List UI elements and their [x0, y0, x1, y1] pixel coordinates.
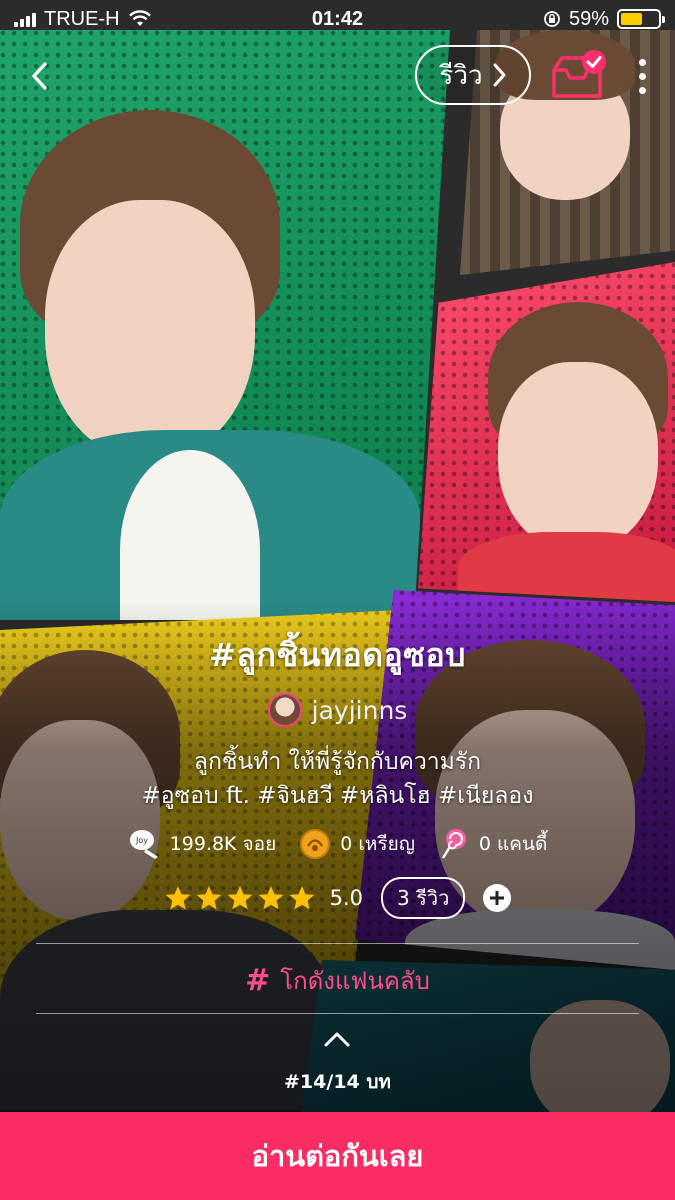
- fanclub-label: โกดังแฟนคลับ: [280, 966, 430, 995]
- hashtag-icon: #: [245, 962, 271, 998]
- chevron-up-icon[interactable]: [322, 1028, 352, 1050]
- candy-stat: 0 แคนดี้: [437, 827, 547, 861]
- story-title: #ลูกชิ้นทอดอูซอบ: [209, 636, 466, 674]
- coins-stat: 0 เหรียญ: [298, 827, 415, 861]
- wifi-icon: [128, 10, 151, 26]
- chevron-left-icon: [32, 62, 47, 90]
- status-bar: TRUE-H 01:42 59%: [0, 0, 675, 38]
- cover-collage-background: [0, 0, 675, 1200]
- continue-reading-button[interactable]: อ่านต่อกันเลย: [0, 1112, 675, 1200]
- star-icon: [227, 886, 253, 910]
- signal-icon: [14, 11, 36, 27]
- star-icon: [289, 886, 315, 910]
- svg-text:Joy: Joy: [135, 836, 148, 845]
- reviews-count-button[interactable]: 3 รีวิว: [381, 877, 466, 919]
- episode-count: #14/14 บท: [284, 1071, 391, 1093]
- joy-reads-icon: Joy: [129, 830, 158, 859]
- chevron-right-icon: [493, 63, 506, 87]
- coin-icon: [300, 829, 331, 859]
- continue-reading-label: อ่านต่อกันเลย: [251, 1139, 424, 1173]
- coins-count: 0 เหรียญ: [340, 833, 415, 855]
- battery-icon: [617, 9, 665, 29]
- description-line-1: ลูกชิ้นทำ ให้พี่รู้จักกับความรัก: [193, 749, 482, 775]
- star-rating: [164, 884, 316, 912]
- reads-stat: Joy 199.8K จอย: [128, 827, 277, 861]
- rating-row: 5.0 3 รีวิว: [0, 877, 675, 919]
- clock: 01:42: [311, 7, 364, 30]
- reads-count: 199.8K จอย: [169, 833, 277, 855]
- cover-panel-pink: [418, 262, 675, 602]
- carrier-name: TRUE-H: [44, 7, 120, 30]
- candy-count: 0 แคนดี้: [478, 833, 548, 855]
- top-navigation: รีวิว: [0, 42, 675, 110]
- cover-panel-green: [0, 30, 450, 620]
- story-stats: Joy 199.8K จอย 0 เหรียญ 0 แคนดี้: [0, 827, 675, 861]
- inbox-check-icon[interactable]: [548, 48, 608, 104]
- orientation-lock-icon: [544, 11, 560, 27]
- divider-bottom: [36, 1013, 639, 1014]
- story-description: ลูกชิ้นทำ ให้พี่รู้จักกับความรัก #อูซอบ …: [0, 745, 675, 813]
- author-name: jayjinns: [311, 695, 408, 725]
- lollipop-icon: [441, 829, 466, 859]
- more-options-button[interactable]: [628, 54, 656, 98]
- review-button-label: รีวิว: [439, 60, 483, 91]
- star-icon: [258, 886, 284, 910]
- star-icon: [165, 886, 191, 910]
- description-line-2: #อูซอบ ft. #จินฮวี #หลินโฮ #เนียลอง: [141, 783, 534, 809]
- add-review-icon[interactable]: [483, 884, 512, 912]
- battery-percent: 59%: [568, 7, 609, 30]
- review-button[interactable]: รีวิว: [415, 45, 531, 105]
- author-link[interactable]: jayjinns: [0, 693, 675, 727]
- rating-score: 5.0: [329, 886, 364, 910]
- author-avatar: [267, 693, 302, 727]
- divider-top: [36, 943, 639, 944]
- story-info: #ลูกชิ้นทอดอูซอบ jayjinns ลูกชิ้นทำ ให้พ…: [0, 630, 675, 919]
- star-icon: [196, 886, 222, 910]
- back-button[interactable]: [20, 56, 60, 96]
- fanclub-link[interactable]: # โกดังแฟนคลับ: [0, 950, 675, 1010]
